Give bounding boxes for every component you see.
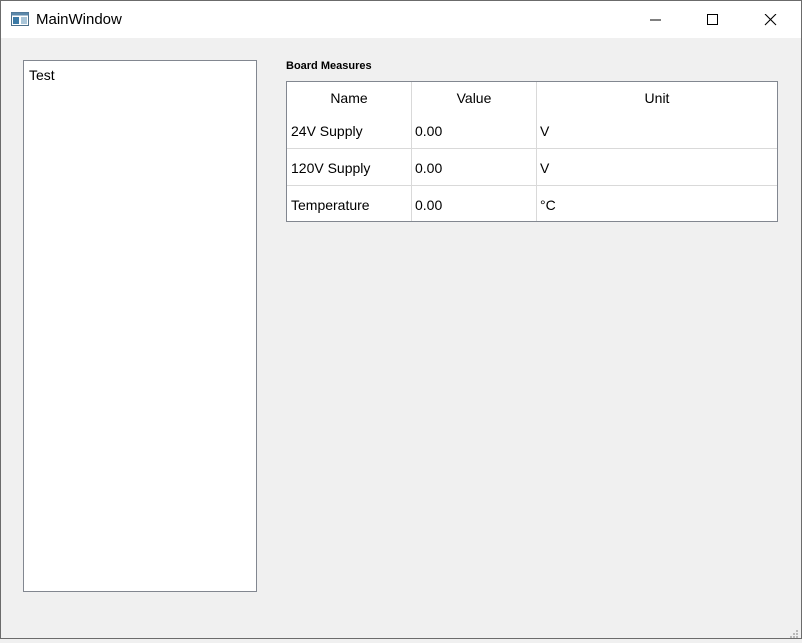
row-divider [287, 148, 777, 149]
cell-value[interactable]: 0.00 [415, 123, 442, 139]
maximize-button[interactable] [684, 1, 742, 38]
close-button[interactable] [742, 1, 800, 38]
column-header-name[interactable]: Name [287, 90, 411, 106]
close-icon [764, 14, 777, 26]
cell-value[interactable]: 0.00 [415, 160, 442, 176]
cell-value[interactable]: 0.00 [415, 197, 442, 213]
cell-unit[interactable]: V [540, 123, 549, 139]
column-header-value[interactable]: Value [412, 90, 536, 106]
resize-grip-icon[interactable] [788, 625, 798, 638]
cell-unit[interactable]: V [540, 160, 549, 176]
minimize-icon [650, 19, 661, 21]
cell-name[interactable]: Temperature [291, 197, 370, 213]
app-window-icon [11, 12, 29, 26]
maximize-icon [707, 14, 718, 25]
cell-name[interactable]: 120V Supply [291, 160, 370, 176]
row-divider [287, 185, 777, 186]
cell-name[interactable]: 24V Supply [291, 123, 363, 139]
title-bar[interactable]: MainWindow [1, 1, 801, 38]
minimize-button[interactable] [627, 1, 685, 38]
main-window: MainWindow Test Board Measures Name Valu… [0, 0, 802, 639]
item-list[interactable]: Test [23, 60, 257, 592]
board-measures-table[interactable]: Name Value Unit 24V Supply 0.00 V 120V S… [286, 81, 778, 222]
board-measures-title: Board Measures [286, 60, 372, 72]
window-title: MainWindow [36, 11, 122, 28]
column-header-unit[interactable]: Unit [537, 90, 777, 106]
list-item[interactable]: Test [29, 67, 55, 83]
cell-unit[interactable]: °C [540, 197, 556, 213]
